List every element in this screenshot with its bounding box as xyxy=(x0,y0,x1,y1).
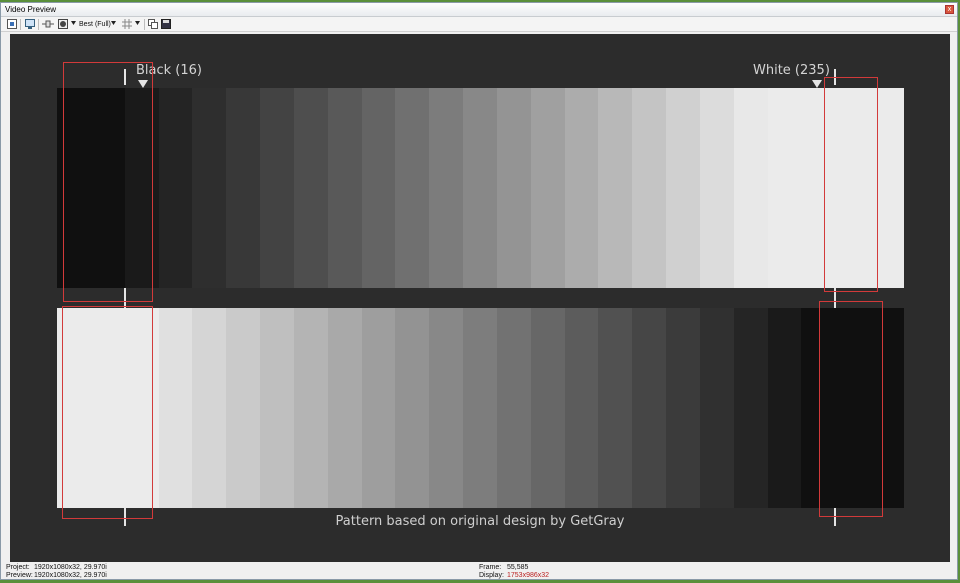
status-bar: Project: 1920x1080x32, 29.970i Preview: … xyxy=(1,562,957,580)
project-value: 1920x1080x32, 29.970i xyxy=(34,564,107,571)
gray-step xyxy=(192,88,227,288)
highlight-box-white-bottom xyxy=(62,306,153,519)
title-bar: Video Preview x xyxy=(1,3,957,17)
frame-label: Frame: xyxy=(479,564,502,571)
gray-step xyxy=(463,88,498,288)
gray-step xyxy=(666,88,701,288)
bottom-grayscale-band xyxy=(57,308,904,508)
grid-icon[interactable] xyxy=(122,19,132,29)
save-snapshot-icon[interactable] xyxy=(161,19,171,29)
gray-step xyxy=(395,88,430,288)
gray-step xyxy=(699,308,735,508)
pattern-credit: Pattern based on original design by GetG… xyxy=(335,514,625,529)
gray-step xyxy=(327,308,363,508)
window-title: Video Preview xyxy=(5,5,56,14)
gray-step xyxy=(666,308,701,508)
gray-step xyxy=(158,88,193,288)
gray-step xyxy=(226,88,261,288)
close-button[interactable]: x xyxy=(945,5,954,14)
gray-step xyxy=(496,308,532,508)
gray-step xyxy=(733,308,769,508)
gray-step xyxy=(598,308,633,508)
preview-value: 1920x1080x32, 29.970i xyxy=(34,572,107,579)
top-grayscale-band xyxy=(57,88,904,288)
gray-step xyxy=(327,88,363,288)
gray-step xyxy=(361,308,396,508)
video-preview-canvas[interactable]: Black (16) White (235) Pattern based on … xyxy=(10,34,950,562)
gray-step xyxy=(260,308,295,508)
dropdown-arrow-icon[interactable] xyxy=(135,21,140,31)
gray-step xyxy=(429,308,464,508)
dropdown-arrow-icon[interactable] xyxy=(111,21,116,31)
project-label: Project: xyxy=(6,564,30,571)
gray-step xyxy=(632,88,667,288)
preview-settings-icon[interactable] xyxy=(7,19,17,29)
gray-step xyxy=(598,88,633,288)
quality-dropdown[interactable]: Best (Full) xyxy=(79,17,111,32)
video-preview-window: Video Preview x Best (Full) Black (16) W… xyxy=(0,2,958,580)
monitor-icon[interactable] xyxy=(25,19,35,29)
gray-step xyxy=(632,308,667,508)
highlight-box-black-bottom xyxy=(819,301,883,517)
gray-step xyxy=(564,88,600,288)
white-marker-arrow-icon xyxy=(812,80,822,88)
gray-step xyxy=(733,88,769,288)
gray-step xyxy=(496,88,532,288)
gray-step xyxy=(260,88,295,288)
gray-step xyxy=(767,88,803,288)
gray-step xyxy=(429,88,464,288)
gray-step xyxy=(293,308,329,508)
gray-step xyxy=(192,308,227,508)
gray-step xyxy=(361,88,396,288)
highlight-box-white-top xyxy=(824,77,878,292)
frame-value: 55,585 xyxy=(507,564,529,571)
gray-step xyxy=(530,308,566,508)
dropdown-arrow-icon[interactable] xyxy=(71,21,76,31)
gray-step xyxy=(395,308,430,508)
gray-step xyxy=(767,308,803,508)
gray-step xyxy=(699,88,735,288)
display-label: Display: xyxy=(479,572,504,579)
toolbar-separator xyxy=(144,19,145,30)
split-screen-icon[interactable] xyxy=(42,19,54,29)
toolbar-separator xyxy=(38,19,39,30)
gray-step xyxy=(158,308,193,508)
gray-step xyxy=(564,308,600,508)
gray-step xyxy=(530,88,566,288)
preview-label: Preview: xyxy=(6,572,33,579)
toolbar-separator xyxy=(20,19,21,30)
display-value: 1753x986x32 xyxy=(507,572,550,579)
copy-snapshot-icon[interactable] xyxy=(148,19,158,29)
gray-step xyxy=(293,88,329,288)
highlight-box-black-top xyxy=(63,62,153,302)
toolbar: Best (Full) xyxy=(1,17,957,32)
gray-step xyxy=(226,308,261,508)
close-icon: x xyxy=(947,6,952,13)
overlay-icon[interactable] xyxy=(58,19,68,29)
gray-step xyxy=(463,308,498,508)
white-level-label: White (235) xyxy=(753,63,830,78)
